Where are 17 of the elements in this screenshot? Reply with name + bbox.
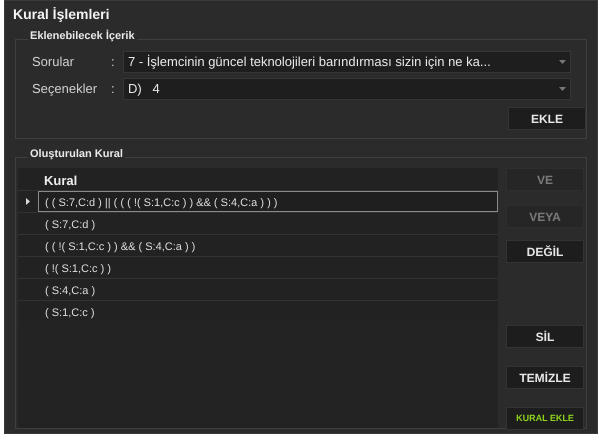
field-label: Sorular (31, 52, 75, 71)
field-label: Seçenekler (31, 80, 98, 98)
action-button[interactable]: SİL (506, 325, 584, 348)
panel-title: Kural İşlemleri (13, 5, 110, 24)
group-title: Oluşturulan Kural (28, 146, 125, 162)
group-title: Eklenebilecek İçerik (28, 28, 137, 44)
dropdown-field[interactable]: 7 - İşlemcinin güncel teknolojileri barındırması sizin için ne ka... (123, 50, 571, 72)
add-button[interactable]: EKLE (508, 107, 586, 130)
dropdown-field[interactable]: D) 4 (123, 78, 571, 100)
separator: : (111, 52, 116, 71)
action-button[interactable]: TEMİZLE (506, 366, 584, 389)
action-button[interactable]: KURAL EKLE (506, 407, 584, 430)
caret-icon[interactable] (559, 86, 566, 90)
caret-icon[interactable] (559, 60, 566, 64)
table-cell[interactable]: ( ( S:7,C:d ) || ( ( ( !( S:1,C:c ) ) && ( S:4,C:a ) ) ) (38, 191, 498, 212)
action-button[interactable]: DEĞİL (506, 240, 584, 263)
separator: : (111, 80, 116, 98)
